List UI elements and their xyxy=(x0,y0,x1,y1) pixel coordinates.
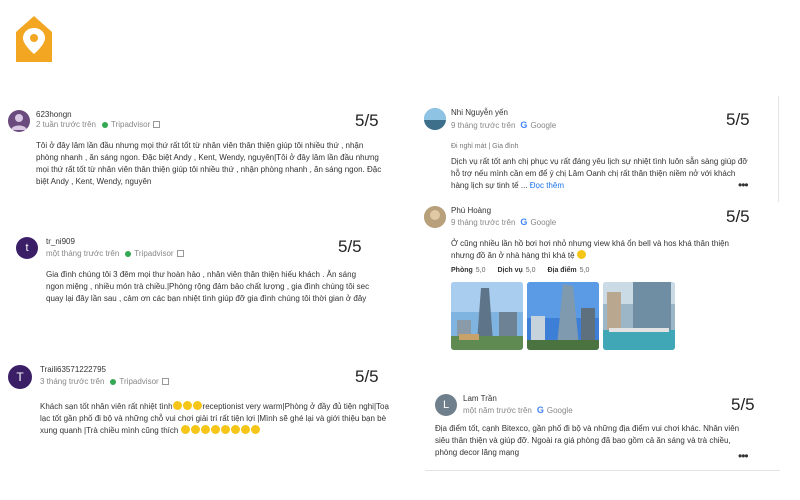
review-source[interactable]: Google xyxy=(530,121,556,130)
review-source[interactable]: Tripadvisor xyxy=(134,249,173,258)
review-text: Gia đình chúng tôi 3 đêm mọi thư hoàn hả… xyxy=(46,270,370,303)
review-source[interactable]: Google xyxy=(530,218,556,227)
review-source[interactable]: Tripadvisor xyxy=(119,377,158,386)
review-meta: 9 tháng trước trên G Google xyxy=(451,217,556,227)
review-text: Tôi ở đây lâm lần đầu nhưng mọi thứ rất … xyxy=(36,141,382,186)
review-author[interactable]: 623hongn xyxy=(36,110,72,119)
rating-label: Địa điểm xyxy=(547,267,577,274)
review-text-content: Ở cũng nhiều lần hồ bơi hơi nhỏ nhưng vi… xyxy=(451,239,730,260)
smile-emoji-icon xyxy=(210,425,220,434)
external-link-icon[interactable] xyxy=(153,121,161,128)
review-card: L Lam Trần một năm trước trên G Google 5… xyxy=(425,385,780,470)
review-card: t tr_ni909 một tháng trước trên Tripadvi… xyxy=(0,225,390,330)
avatar[interactable] xyxy=(424,206,446,228)
read-more-link[interactable]: Đọc thêm xyxy=(530,181,564,190)
avatar[interactable]: t xyxy=(16,237,38,259)
sad-emoji-icon xyxy=(576,250,586,259)
smile-emoji-icon xyxy=(240,425,250,434)
rating-label: Dịch vụ xyxy=(497,267,523,274)
review-time: một năm trước trên xyxy=(463,405,532,415)
location-pin-house-icon[interactable] xyxy=(14,14,54,64)
review-card: T Traili63571222795 3 tháng trước trên T… xyxy=(0,357,395,457)
review-photo[interactable] xyxy=(527,282,599,350)
divider xyxy=(778,96,779,202)
smile-emoji-icon xyxy=(180,425,190,434)
review-text: Ở cũng nhiều lần hồ bơi hơi nhỏ nhưng vi… xyxy=(451,238,741,262)
review-time: 3 tháng trước trên xyxy=(40,377,105,386)
review-source[interactable]: Google xyxy=(547,406,573,415)
avatar[interactable]: T xyxy=(8,365,32,389)
review-meta: 2 tuần trước trên Tripadvisor xyxy=(36,120,161,129)
rating-label: Phòng xyxy=(451,267,473,274)
review-author[interactable]: tr_ni909 xyxy=(46,237,75,246)
review-time: một tháng trước trên xyxy=(46,249,120,258)
review-photo[interactable] xyxy=(451,282,523,350)
review-author[interactable]: Traili63571222795 xyxy=(40,365,106,374)
review-author[interactable]: Nhi Nguyễn yến xyxy=(451,108,508,117)
review-time: 9 tháng trước trên xyxy=(451,217,516,227)
review-source[interactable]: Tripadvisor xyxy=(111,120,150,129)
rating-value: 5,0 xyxy=(475,267,486,274)
more-options-icon[interactable]: ••• xyxy=(738,449,749,463)
more-options-icon[interactable]: ••• xyxy=(738,178,749,192)
smile-emoji-icon xyxy=(220,425,230,434)
smile-emoji-icon xyxy=(230,425,240,434)
thumbs-up-icon xyxy=(172,401,182,410)
review-score: 5/5 xyxy=(355,367,379,386)
avatar[interactable]: L xyxy=(435,394,457,416)
tripadvisor-icon xyxy=(125,250,132,257)
review-time: 9 tháng trước trên xyxy=(451,120,516,130)
rating-breakdown: Phòng 5,0 Dịch vụ 5,0 Địa điểm 5,0 xyxy=(451,267,599,274)
review-text-part: Khách sạn tốt nhân viên rất nhiệt tình xyxy=(40,402,173,411)
review-score: 5/5 xyxy=(726,207,750,226)
tripadvisor-icon xyxy=(110,378,117,385)
smile-emoji-icon xyxy=(190,425,200,434)
divider xyxy=(425,470,780,471)
smile-emoji-icon xyxy=(250,425,260,434)
tripadvisor-icon xyxy=(101,121,108,128)
review-text: Khách sạn tốt nhân viên rất nhiệt tình re… xyxy=(40,401,390,437)
google-icon: G xyxy=(520,217,528,227)
review-trip-type: Đi nghỉ mát | Gia đình xyxy=(451,143,519,150)
review-text-content: Dịch vụ rất tốt anh chị phục vụ rất đáng… xyxy=(451,157,748,190)
rating-value: 5,0 xyxy=(525,267,536,274)
external-link-icon[interactable] xyxy=(176,250,184,257)
review-author[interactable]: Phú Hoàng xyxy=(451,206,491,215)
smile-emoji-icon xyxy=(200,425,210,434)
review-meta: 3 tháng trước trên Tripadvisor xyxy=(40,377,169,386)
review-score: 5/5 xyxy=(355,111,379,130)
review-meta: 9 tháng trước trên G Google xyxy=(451,120,556,130)
google-icon: G xyxy=(520,120,528,130)
review-photo[interactable] xyxy=(603,282,675,350)
review-card: 623hongn 2 tuần trước trên Tripadvisor 5… xyxy=(0,100,390,195)
review-card: Phú Hoàng 9 tháng trước trên G Google 5/… xyxy=(420,202,780,357)
review-text: Địa điểm tốt, cạnh Bitexco, gần phố đi b… xyxy=(435,424,740,457)
avatar[interactable] xyxy=(8,110,30,132)
thumbs-up-icon xyxy=(192,401,202,410)
review-score: 5/5 xyxy=(338,237,362,256)
review-score: 5/5 xyxy=(731,395,755,414)
review-card: Nhi Nguyễn yến 9 tháng trước trên G Goog… xyxy=(420,98,778,202)
avatar[interactable] xyxy=(424,108,446,130)
thumbs-up-icon xyxy=(182,401,192,410)
review-meta: một năm trước trên G Google xyxy=(463,405,573,415)
review-author[interactable]: Lam Trần xyxy=(463,394,497,403)
external-link-icon[interactable] xyxy=(161,378,169,385)
review-time: 2 tuần trước trên xyxy=(36,120,96,129)
review-text: Dịch vụ rất tốt anh chị phục vụ rất đáng… xyxy=(451,156,751,192)
review-score: 5/5 xyxy=(726,110,750,129)
review-meta: một tháng trước trên Tripadvisor xyxy=(46,249,184,258)
rating-value: 5,0 xyxy=(579,267,590,274)
google-icon: G xyxy=(536,405,544,415)
